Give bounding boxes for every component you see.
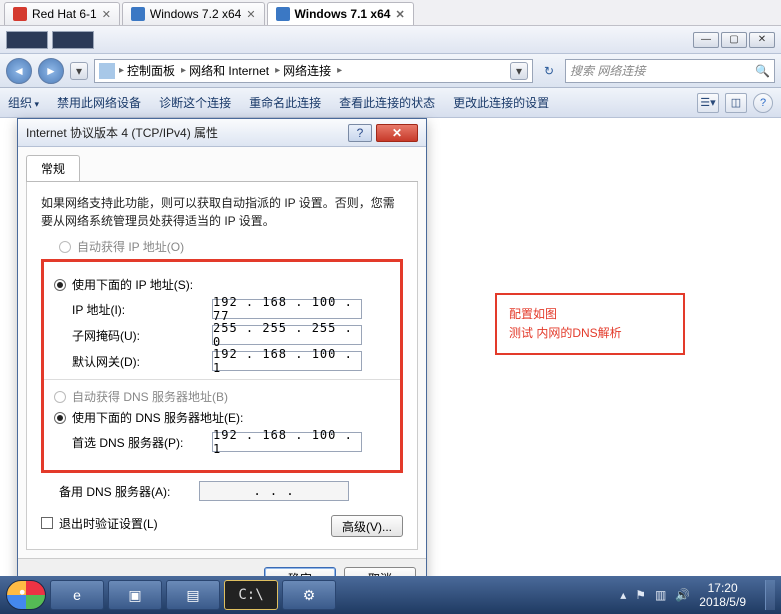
tray-up-icon[interactable]: ▴	[620, 588, 626, 602]
crumb-label[interactable]: 网络连接	[283, 62, 331, 79]
tab-general[interactable]: 常规	[26, 155, 80, 181]
close-icon[interactable]: ✕	[246, 8, 255, 21]
view-status-button[interactable]: 查看此连接的状态	[339, 94, 435, 111]
close-icon[interactable]: ✕	[102, 8, 111, 21]
command-bar: 组织 禁用此网络设备 诊断这个连接 重命名此连接 查看此连接的状态 更改此连接的…	[0, 88, 781, 118]
crumb-label[interactable]: 控制面板	[127, 62, 175, 79]
vm-tab-win71[interactable]: Windows 7.1 x64 ✕	[267, 2, 414, 25]
search-icon: 🔍	[755, 64, 770, 78]
crumb-label[interactable]: 网络和 Internet	[189, 62, 269, 79]
close-button[interactable]: ✕	[749, 32, 775, 48]
help-button[interactable]: ?	[753, 93, 773, 113]
refresh-button[interactable]: ↻	[539, 61, 559, 81]
annotation-line: 配置如图	[509, 305, 671, 324]
forward-button[interactable]: ►	[38, 58, 64, 84]
thumbnail[interactable]	[52, 31, 94, 49]
vm-tab-redhat[interactable]: Red Hat 6-1 ✕	[4, 2, 120, 25]
vm-tab-strip: Red Hat 6-1 ✕ Windows 7.2 x64 ✕ Windows …	[0, 0, 781, 26]
search-input[interactable]: 搜索 网络连接 🔍	[565, 59, 775, 83]
diagnose-button[interactable]: 诊断这个连接	[159, 94, 231, 111]
minimize-button[interactable]: —	[693, 32, 719, 48]
history-dropdown[interactable]: ▾	[70, 62, 88, 80]
use-dns-radio[interactable]	[54, 412, 66, 424]
explorer-address-bar: ◄ ► ▾ ▸控制面板 ▸网络和 Internet ▸网络连接 ▸ ▾ ↻ 搜索…	[0, 54, 781, 88]
vm-tab-win72[interactable]: Windows 7.2 x64 ✕	[122, 2, 265, 25]
start-button[interactable]	[6, 580, 46, 610]
highlight-box-ip: 使用下面的 IP 地址(S): IP 地址(I): 192 . 168 . 10…	[41, 259, 403, 473]
subnet-mask-label: 子网掩码(U):	[72, 327, 212, 344]
gateway-label: 默认网关(D):	[72, 353, 212, 370]
description-text: 如果网络支持此功能，则可以获取自动指派的 IP 设置。否则，您需要从网络系统管理…	[41, 194, 403, 230]
guest-window-chrome: — ▢ ✕	[0, 26, 781, 54]
dns2-label: 备用 DNS 服务器(A):	[59, 483, 199, 500]
use-ip-radio[interactable]	[54, 279, 66, 291]
vm-tab-label: Windows 7.1 x64	[295, 7, 391, 21]
control-panel-icon	[99, 63, 115, 79]
content-area: Internet 协议版本 4 (TCP/IPv4) 属性 ? ✕ 常规 如果网…	[0, 118, 781, 588]
taskbar: e ▣ ▤ C:\ ⚙ ▴ ⚑ ▥ 🔊 17:20 2018/5/9	[0, 576, 781, 614]
vm-tab-label: Windows 7.2 x64	[150, 7, 241, 21]
redhat-icon	[13, 7, 27, 21]
rename-button[interactable]: 重命名此连接	[249, 94, 321, 111]
auto-dns-label: 自动获得 DNS 服务器地址(B)	[72, 388, 228, 405]
breadcrumb-dropdown[interactable]: ▾	[510, 62, 528, 80]
taskbar-ie[interactable]: e	[50, 580, 104, 610]
system-tray: ▴ ⚑ ▥ 🔊 17:20 2018/5/9	[620, 580, 775, 610]
advanced-button[interactable]: 高级(V)...	[331, 515, 403, 537]
dialog-title: Internet 协议版本 4 (TCP/IPv4) 属性	[26, 124, 348, 141]
desktop-thumbnails	[6, 31, 94, 49]
dialog-titlebar[interactable]: Internet 协议版本 4 (TCP/IPv4) 属性 ? ✕	[18, 119, 426, 147]
ip-address-input[interactable]: 192 . 168 . 100 . 77	[212, 299, 362, 319]
back-button[interactable]: ◄	[6, 58, 32, 84]
taskbar-network[interactable]: ⚙	[282, 580, 336, 610]
view-options-button[interactable]: ☰▾	[697, 93, 719, 113]
maximize-button[interactable]: ▢	[721, 32, 747, 48]
dns1-label: 首选 DNS 服务器(P):	[72, 434, 212, 451]
auto-dns-radio	[54, 391, 66, 403]
gateway-input[interactable]: 192 . 168 . 100 . 1	[212, 351, 362, 371]
clock-time: 17:20	[699, 581, 746, 595]
thumbnail[interactable]	[6, 31, 48, 49]
volume-icon[interactable]: 🔊	[675, 588, 690, 602]
help-button[interactable]: ?	[348, 124, 372, 142]
action-center-icon[interactable]: ⚑	[635, 588, 646, 602]
disable-device-button[interactable]: 禁用此网络设备	[57, 94, 141, 111]
windows-icon	[131, 7, 145, 21]
organize-menu[interactable]: 组织	[8, 94, 39, 111]
annotation-line: 测试 内网的DNS解析	[509, 324, 671, 343]
tab-strip: 常规	[26, 155, 418, 182]
search-placeholder: 搜索 网络连接	[570, 62, 645, 79]
ip-address-label: IP 地址(I):	[72, 301, 212, 318]
dns2-input[interactable]: . . .	[199, 481, 349, 501]
dns1-input[interactable]: 192 . 168 . 100 . 1	[212, 432, 362, 452]
vm-tab-label: Red Hat 6-1	[32, 7, 97, 21]
breadcrumb[interactable]: ▸控制面板 ▸网络和 Internet ▸网络连接 ▸ ▾	[94, 59, 533, 83]
show-desktop-button[interactable]	[765, 580, 775, 610]
taskbar-explorer[interactable]: ▣	[108, 580, 162, 610]
taskbar-explorer-window[interactable]: ▤	[166, 580, 220, 610]
subnet-mask-input[interactable]: 255 . 255 . 255 . 0	[212, 325, 362, 345]
use-ip-label: 使用下面的 IP 地址(S):	[72, 276, 193, 293]
close-icon[interactable]: ✕	[395, 8, 404, 21]
annotation-box: 配置如图 测试 内网的DNS解析	[495, 293, 685, 355]
clock-date: 2018/5/9	[699, 595, 746, 609]
preview-pane-button[interactable]: ◫	[725, 93, 747, 113]
auto-ip-radio	[59, 241, 71, 253]
change-settings-button[interactable]: 更改此连接的设置	[453, 94, 549, 111]
clock[interactable]: 17:20 2018/5/9	[699, 581, 750, 610]
network-icon[interactable]: ▥	[655, 588, 666, 602]
windows-icon	[276, 7, 290, 21]
validate-checkbox[interactable]	[41, 517, 53, 529]
close-button[interactable]: ✕	[376, 124, 418, 142]
validate-label: 退出时验证设置(L)	[59, 515, 158, 532]
use-dns-label: 使用下面的 DNS 服务器地址(E):	[72, 409, 243, 426]
ipv4-properties-dialog: Internet 协议版本 4 (TCP/IPv4) 属性 ? ✕ 常规 如果网…	[17, 118, 427, 598]
taskbar-cmd[interactable]: C:\	[224, 580, 278, 610]
auto-ip-label: 自动获得 IP 地址(O)	[77, 238, 184, 255]
